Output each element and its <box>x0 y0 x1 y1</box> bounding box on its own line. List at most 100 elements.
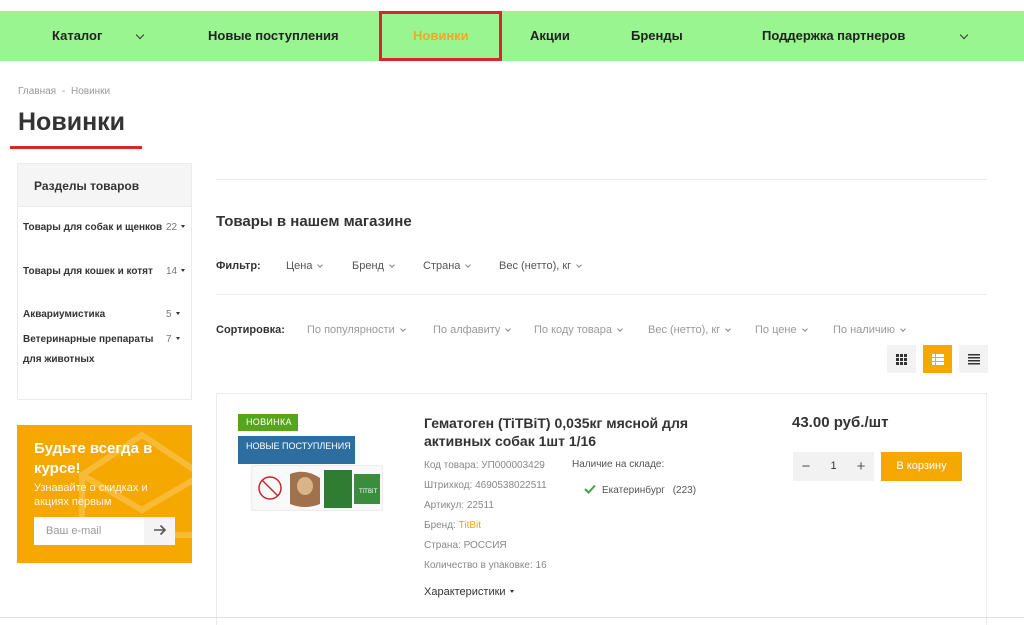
filter-brand[interactable]: Бренд <box>352 260 395 272</box>
product-article: Артикул: 22511 <box>424 500 494 511</box>
product-barcode: Штрихкод: 4690538022511 <box>424 480 547 491</box>
check-icon <box>584 484 596 494</box>
chevron-down-icon <box>389 262 395 268</box>
caret-down-icon <box>181 225 186 228</box>
main-navigation: Каталог Новые поступления Новинки Акции … <box>0 11 1024 61</box>
sort-weight[interactable]: Вес (нетто), кг <box>648 324 732 336</box>
nav-item-novelties[interactable]: Новинки <box>413 11 469 61</box>
nav-item-catalog[interactable]: Каталог <box>52 11 102 61</box>
count-value: 5 <box>166 309 172 320</box>
count-value: 7 <box>166 334 172 345</box>
sort-label-text: Вес (нетто), кг <box>648 324 721 336</box>
sidebar-count[interactable]: 14 <box>166 262 186 282</box>
breadcrumb-home-link[interactable]: Главная <box>18 86 56 97</box>
chevron-down-icon <box>505 326 512 332</box>
stock-city-name: Екатеринбург <box>602 485 665 496</box>
product-image-brand: TiTBiT <box>358 488 378 495</box>
product-price: 43.00 руб./шт <box>792 414 889 431</box>
promo-title: Будьте всегда в курсе! <box>34 440 153 477</box>
chevron-down-icon <box>465 262 472 268</box>
brand-label: Бренд: <box>424 520 459 531</box>
add-to-cart-button[interactable]: В корзину <box>881 452 962 481</box>
breadcrumb-current: Новинки <box>70 86 111 97</box>
sort-label-text: По коду товара <box>534 324 612 336</box>
chevron-down-icon[interactable] <box>135 30 145 40</box>
sort-price[interactable]: По цене <box>755 324 808 336</box>
product-country: Страна: РОССИЯ <box>424 540 507 551</box>
sidebar-heading: Разделы товаров <box>18 164 191 207</box>
email-field[interactable]: Ваш e-mail <box>34 517 144 545</box>
characteristics-toggle[interactable]: Характеристики <box>424 586 514 598</box>
caret-down-icon <box>509 590 514 593</box>
product-brand: Бренд: TitBit <box>424 520 481 531</box>
page: Каталог Новые поступления Новинки Акции … <box>0 0 1024 625</box>
decrease-button[interactable]: − <box>793 452 819 481</box>
count-value: 22 <box>166 222 178 233</box>
subscribe-button[interactable] <box>144 517 175 545</box>
sort-stock[interactable]: По наличию <box>833 324 906 336</box>
section-title: Товары в нашем магазине <box>216 213 412 230</box>
sidebar-count[interactable]: 22 <box>166 218 186 238</box>
sidebar-item-cats[interactable]: Товары для кошек и котят <box>23 262 163 282</box>
chevron-down-icon <box>399 326 406 332</box>
chevron-down-icon <box>725 326 732 332</box>
newsletter-promo: Будьте всегда в курсе! Узнавайте о скидк… <box>17 425 192 563</box>
breadcrumb: Главная - Новинки <box>18 86 110 97</box>
divider <box>216 179 987 180</box>
sidebar-count[interactable]: 7 <box>166 330 180 350</box>
chevron-down-icon <box>576 262 583 268</box>
product-name[interactable]: Гематоген (TiTBiT) 0,035кг мясной для ак… <box>424 414 744 450</box>
promo-subtitle: Узнавайте о скидках и акциях первым <box>34 482 148 508</box>
list-view-icon <box>931 353 944 365</box>
category-sidebar: Разделы товаров Товары для собак и щенко… <box>17 163 192 400</box>
stock-label: Наличие на складе: <box>572 459 665 470</box>
sidebar-item-aquarium[interactable]: Аквариумистика <box>23 305 163 325</box>
brand-link[interactable]: TitBit <box>459 520 481 531</box>
nav-item-new-arrivals[interactable]: Новые поступления <box>208 11 339 61</box>
sidebar-item-vet[interactable]: Ветеринарные препараты для животных <box>23 330 163 370</box>
title-underline <box>10 146 142 149</box>
product-code: Код товара: УП000003429 <box>424 460 545 471</box>
sort-alphabet[interactable]: По алфавиту <box>433 324 512 336</box>
grid-view-button[interactable] <box>887 345 916 373</box>
increase-button[interactable]: + <box>848 452 874 481</box>
divider <box>0 617 1024 618</box>
nav-item-brands[interactable]: Бренды <box>631 11 683 61</box>
nav-item-label: Бренды <box>631 28 683 43</box>
sort-label-text: По алфавиту <box>433 324 501 336</box>
filter-price[interactable]: Цена <box>286 260 324 272</box>
nav-item-label: Новинки <box>413 28 469 43</box>
product-image[interactable]: TiTBiT <box>250 460 385 518</box>
nav-item-label: Поддержка партнеров <box>762 28 906 43</box>
badge-new: НОВИНКА <box>238 414 298 431</box>
sort-label-text: По цене <box>755 324 797 336</box>
sort-label: Сортировка: <box>216 324 285 336</box>
chevron-down-icon[interactable] <box>959 30 969 40</box>
filter-label-text: Цена <box>286 260 313 272</box>
filter-country[interactable]: Страна <box>423 260 472 272</box>
nav-item-sales[interactable]: Акции <box>530 11 570 61</box>
sidebar-item-dogs[interactable]: Товары для собак и щенков <box>23 218 163 238</box>
chevron-down-icon <box>617 326 623 332</box>
chevron-down-icon <box>317 262 324 268</box>
nav-item-label: Новые поступления <box>208 28 339 43</box>
quantity-input[interactable]: 1 <box>819 452 848 481</box>
sort-label-text: По наличию <box>833 324 895 336</box>
chevron-down-icon <box>801 326 808 332</box>
sort-code[interactable]: По коду товара <box>534 324 623 336</box>
breadcrumb-separator: - <box>61 86 66 97</box>
compact-list-view-button[interactable] <box>959 345 988 373</box>
list-view-button[interactable] <box>923 345 952 373</box>
filter-label-text: Страна <box>423 260 461 272</box>
sort-label-text: По популярности <box>307 324 395 336</box>
count-value: 14 <box>166 266 178 277</box>
page-title: Новинки <box>18 108 126 136</box>
filter-weight[interactable]: Вес (нетто), кг <box>499 260 583 272</box>
caret-down-icon <box>175 337 180 340</box>
nav-item-label: Акции <box>530 28 570 43</box>
sort-popularity[interactable]: По популярности <box>307 324 406 336</box>
chevron-down-icon <box>900 326 906 332</box>
sidebar-count[interactable]: 5 <box>166 305 180 325</box>
nav-item-partner-support[interactable]: Поддержка партнеров <box>762 11 905 61</box>
quantity-stepper: − 1 + <box>793 452 874 481</box>
